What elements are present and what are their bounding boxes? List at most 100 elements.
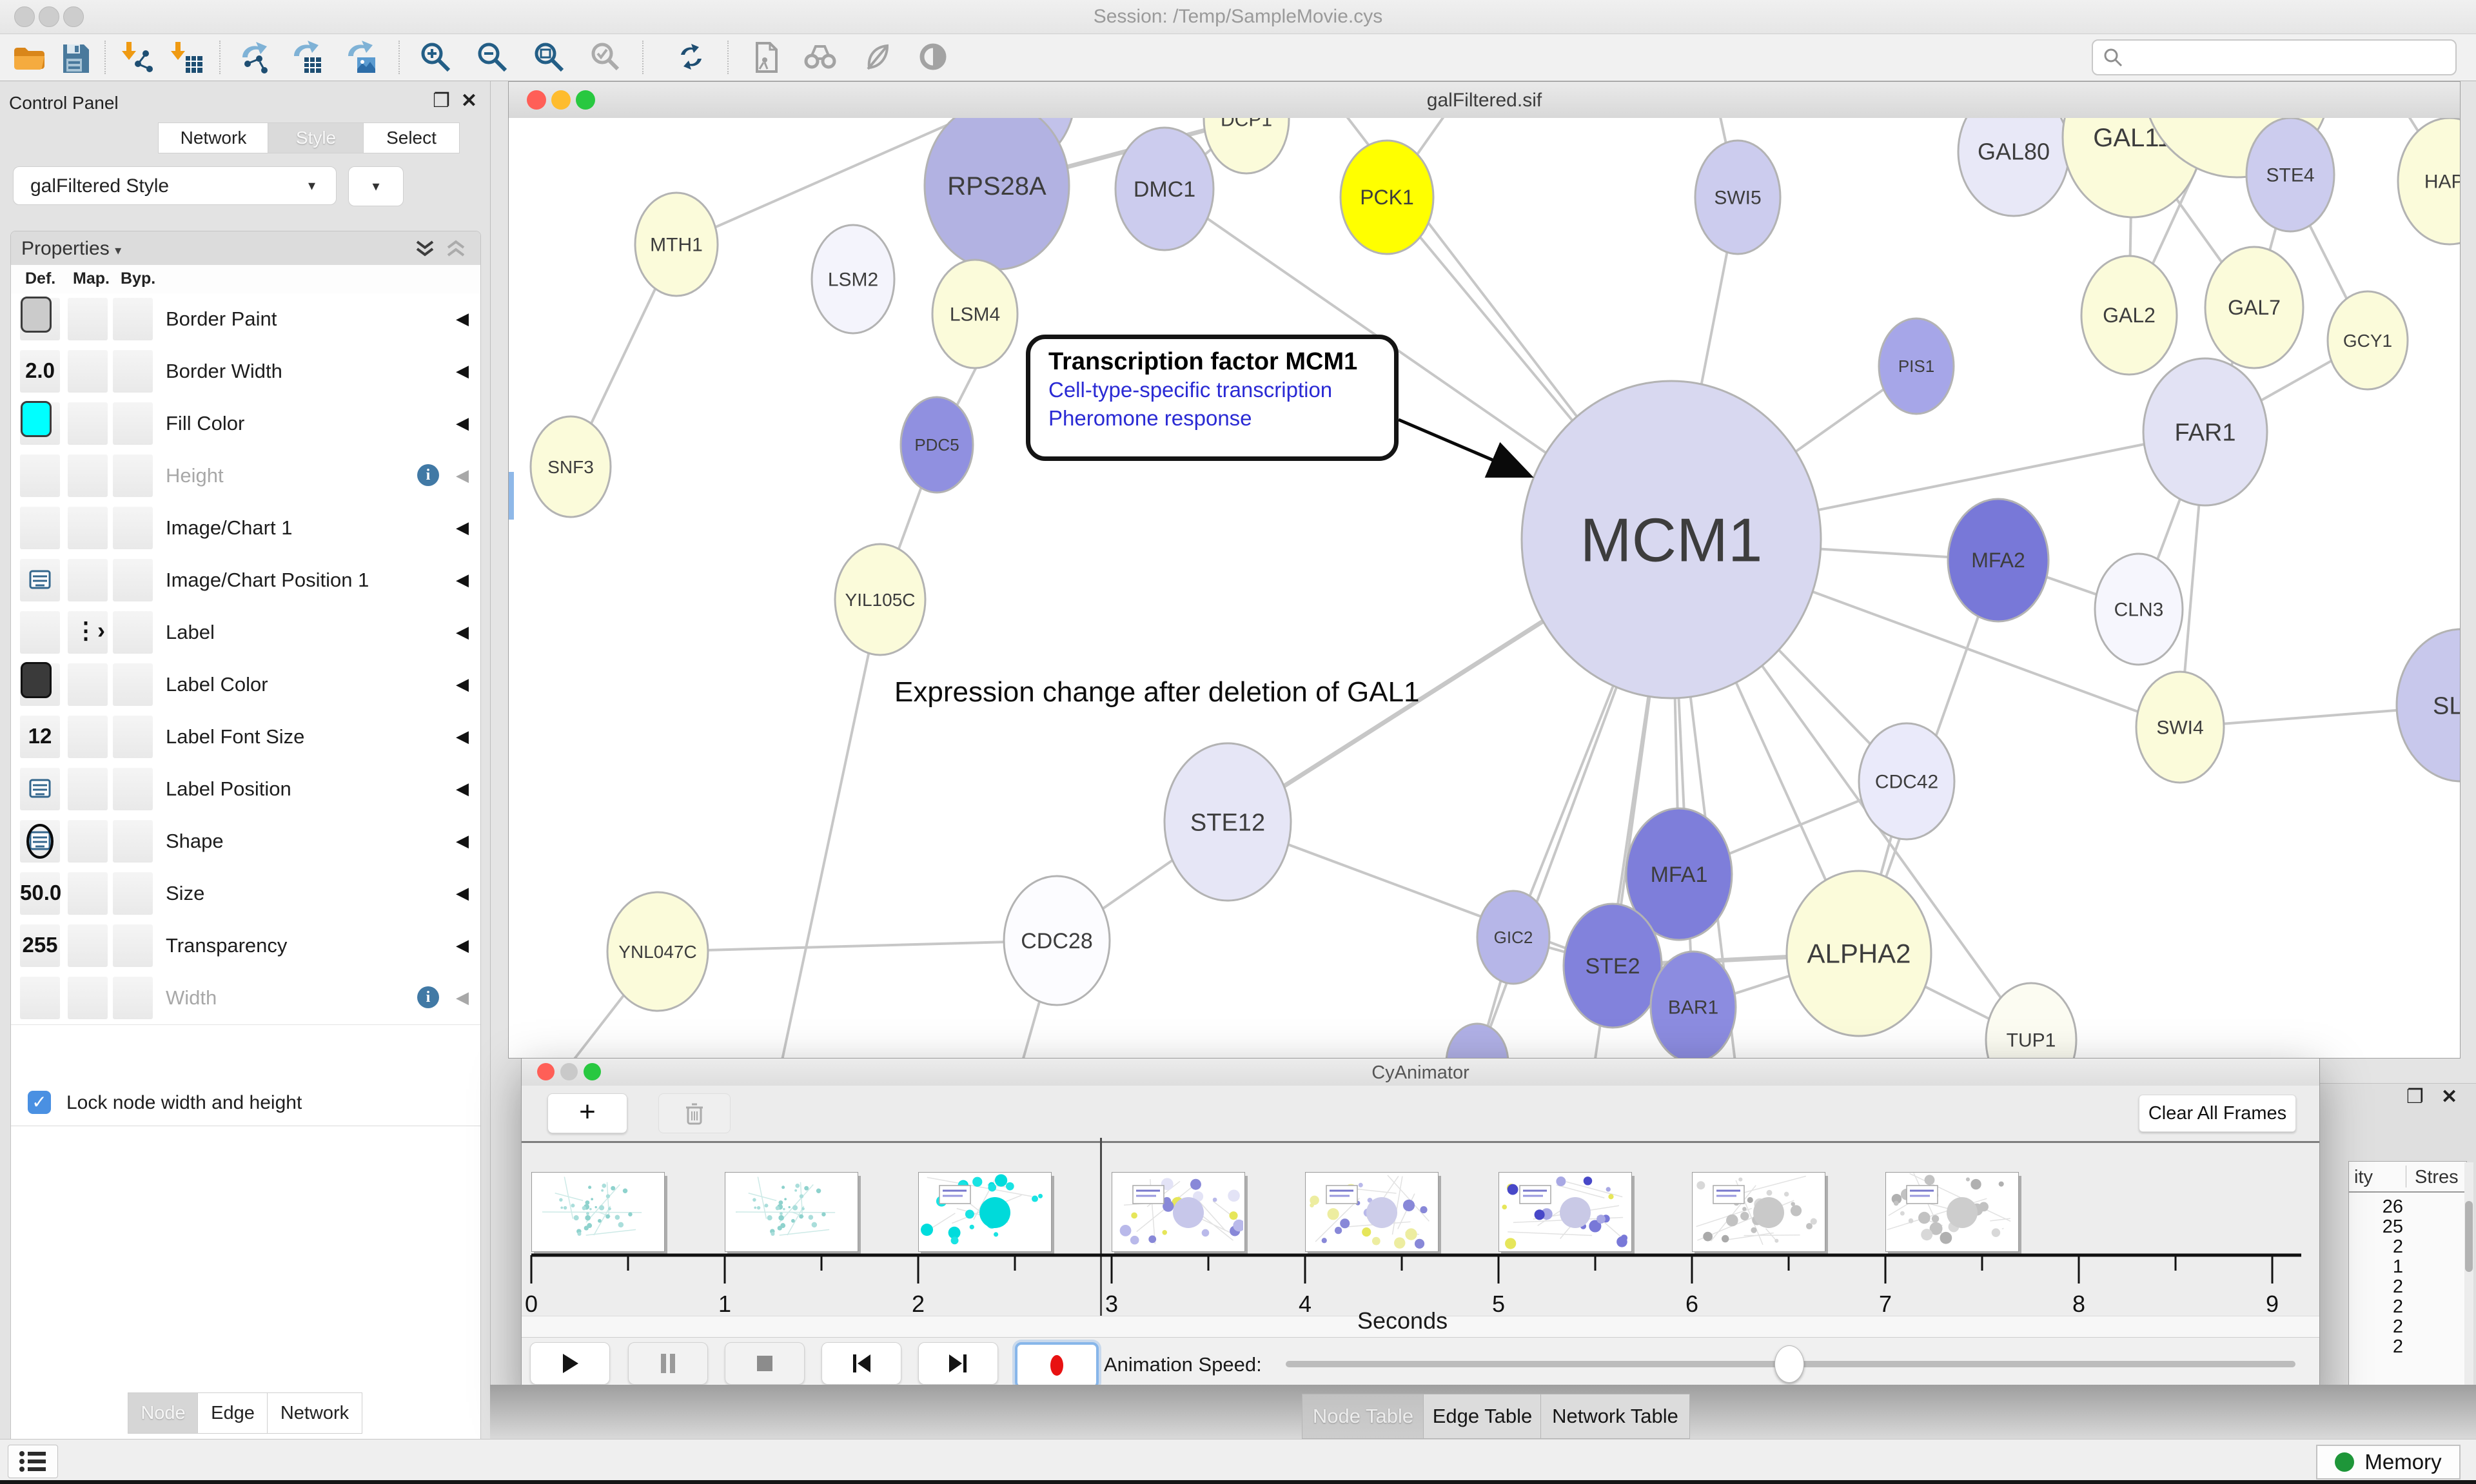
node-CDC28[interactable]: CDC28 (1004, 876, 1110, 1005)
task-history-button[interactable] (8, 1445, 58, 1478)
lock-size-checkbox[interactable]: ✓ (28, 1091, 51, 1114)
node-SNF3[interactable]: SNF3 (531, 416, 611, 517)
frame-thumbnail-3[interactable] (1112, 1172, 1245, 1252)
add-frame-button[interactable]: + (547, 1093, 627, 1133)
property-row[interactable]: Heighti◀ (11, 450, 480, 503)
property-row[interactable]: Shape◀ (11, 815, 480, 868)
hide-button[interactable] (860, 39, 898, 77)
expand-arrow-icon[interactable]: ◀ (456, 935, 469, 955)
table-cell[interactable]: 25 (2358, 1216, 2403, 1238)
node-GIC2[interactable]: GIC2 (1477, 891, 1549, 984)
table-cell[interactable]: 2 (2358, 1316, 2403, 1338)
value-cell[interactable] (113, 454, 153, 497)
network-canvas[interactable]: DCP1RPS28ADMC1PCK1MTH1LSM2LSM4SNF3PDC5YI… (509, 118, 2460, 1058)
expand-arrow-icon[interactable]: ◀ (456, 570, 469, 590)
color-swatch[interactable] (21, 297, 52, 333)
node-RPS28A[interactable]: RPS28A (925, 118, 1069, 269)
color-swatch[interactable] (21, 401, 52, 437)
value-cell[interactable] (68, 402, 108, 445)
value-cell[interactable] (113, 507, 153, 549)
value-cell[interactable] (113, 559, 153, 601)
node-DMC1[interactable]: DMC1 (1115, 128, 1213, 250)
value-cell[interactable] (68, 559, 108, 601)
clear-all-frames-button[interactable]: Clear All Frames (2139, 1095, 2296, 1132)
node-GAL80[interactable]: GAL80 (1958, 118, 2069, 216)
node-CLN3[interactable]: CLN3 (2095, 554, 2183, 665)
style-options-button[interactable]: ▾ (348, 166, 404, 206)
cyanimator-timeline[interactable]: 0123456789 Seconds (522, 1143, 2319, 1337)
value-cell[interactable] (68, 663, 108, 706)
expand-arrow-icon[interactable]: ◀ (456, 988, 469, 1008)
property-row[interactable]: Image/Chart 1◀ (11, 502, 480, 555)
expand-arrow-icon[interactable]: ◀ (456, 518, 469, 538)
frame-thumbnail-1[interactable] (725, 1172, 858, 1252)
expand-arrow-icon[interactable]: ◀ (456, 779, 469, 799)
last-frame-button[interactable] (918, 1342, 998, 1385)
property-row[interactable]: Label Position◀ (11, 763, 480, 816)
edge[interactable] (780, 600, 880, 1058)
export-network-button[interactable] (237, 39, 275, 77)
node-FAR1[interactable]: FAR1 (2143, 358, 2267, 505)
value-cell[interactable] (113, 820, 153, 863)
property-row[interactable]: 12Label Font Size◀ (11, 711, 480, 764)
node-LSM4[interactable]: LSM4 (932, 260, 1017, 368)
wait-button[interactable] (916, 39, 953, 77)
close-panel-icon[interactable]: ✕ (461, 92, 477, 111)
table-column-header[interactable]: Stres (2415, 1167, 2459, 1188)
stop-button[interactable] (725, 1342, 805, 1385)
search-input[interactable] (2092, 39, 2457, 75)
find-button[interactable] (802, 39, 840, 77)
frame-thumbnail-4[interactable] (1305, 1172, 1439, 1252)
node-CDC42[interactable]: CDC42 (1859, 723, 1954, 839)
value-cell[interactable] (113, 768, 153, 810)
expand-arrow-icon[interactable]: ◀ (456, 831, 469, 851)
tab-node-table[interactable]: Node Table (1302, 1394, 1424, 1439)
value-cell[interactable] (113, 872, 153, 915)
value-cell[interactable] (113, 977, 153, 1019)
info-icon[interactable]: i (417, 986, 439, 1008)
expand-arrow-icon[interactable]: ◀ (456, 727, 469, 747)
property-row[interactable]: Fill Color◀ (11, 398, 480, 451)
frame-thumbnail-6[interactable] (1692, 1172, 1825, 1252)
value-cell[interactable] (68, 507, 108, 549)
value-cell[interactable] (68, 454, 108, 497)
color-swatch[interactable] (21, 662, 52, 698)
zoom-out-button[interactable] (475, 39, 512, 77)
value-cell[interactable] (113, 663, 153, 706)
expand-arrow-icon[interactable]: ◀ (456, 622, 469, 642)
node-SWI4[interactable]: SWI4 (2136, 672, 2224, 783)
play-button[interactable] (530, 1342, 610, 1385)
frame-thumbnail-2[interactable] (918, 1172, 1052, 1252)
value-cell[interactable] (113, 402, 153, 445)
annotation-link[interactable]: Cell-type-specific transcription (1048, 376, 1394, 404)
annotation-box[interactable]: Transcription factor MCM1 Cell-type-spec… (1026, 335, 1399, 461)
node-STE2[interactable]: STE2 (1564, 904, 1662, 1028)
property-row[interactable]: Image/Chart Position 1◀ (11, 554, 480, 607)
zoom-fit-button[interactable] (531, 39, 569, 77)
annotation-link[interactable]: Pheromone response (1048, 404, 1394, 433)
node-STE4[interactable]: STE4 (2246, 118, 2334, 231)
value-cell[interactable] (68, 977, 108, 1019)
node-LSM2[interactable]: LSM2 (812, 225, 894, 333)
record-button[interactable] (1015, 1342, 1099, 1389)
float-table-icon[interactable]: ❐ (2406, 1088, 2424, 1107)
value-cell[interactable] (20, 611, 60, 654)
expand-arrow-icon[interactable]: ◀ (456, 465, 469, 485)
speed-slider-thumb[interactable] (1774, 1345, 1804, 1383)
float-panel-icon[interactable]: ❐ (433, 92, 450, 111)
property-row[interactable]: 2.0Border Width◀ (11, 346, 480, 398)
first-frame-button[interactable] (821, 1342, 901, 1385)
node-GCY1[interactable]: GCY1 (2328, 291, 2408, 389)
tab-network[interactable]: Network (158, 122, 269, 153)
node-STE12[interactable]: STE12 (1164, 743, 1291, 901)
expand-arrow-icon[interactable]: ◀ (456, 883, 469, 903)
value-cell[interactable] (113, 924, 153, 967)
zoom-selected-button[interactable] (588, 39, 625, 77)
property-row[interactable]: ⋮›Label◀ (11, 607, 480, 659)
node-ALPHA2[interactable]: ALPHA2 (1787, 871, 1931, 1036)
node-HAP2[interactable]: HAP2 (2398, 118, 2460, 244)
node-MTH1[interactable]: MTH1 (635, 193, 718, 296)
node-DCP1[interactable]: DCP1 (1204, 118, 1289, 173)
value-cell[interactable] (68, 820, 108, 863)
value-cell[interactable] (20, 454, 60, 497)
